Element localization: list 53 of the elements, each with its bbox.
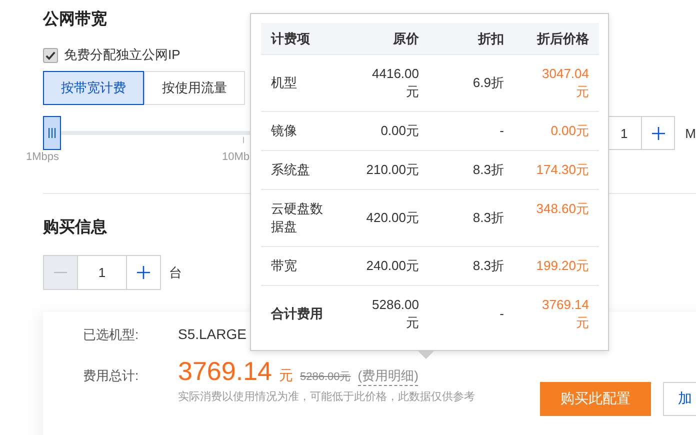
total-price: 3769.14 (178, 356, 272, 387)
table-cell: 系统盘 (261, 150, 341, 190)
billing-mode-tab[interactable]: 按使用流量 (144, 71, 245, 105)
table-cell: 3769.14元 (514, 286, 599, 340)
table-cell: 8.3折 (429, 150, 514, 190)
table-cell: 带宽 (261, 246, 341, 286)
table-cell: 合计费用 (261, 286, 341, 340)
increment-button[interactable] (126, 255, 161, 290)
table-cell: 5286.00元 (341, 286, 429, 340)
table-cell: 174.30元 (514, 150, 599, 190)
tick-mark (243, 137, 244, 143)
column-header: 计费项 (261, 23, 341, 54)
billing-mode-tab[interactable]: 按带宽计费 (43, 71, 144, 105)
plus-icon (137, 266, 150, 279)
slider-thumb[interactable] (43, 116, 61, 150)
table-cell: - (429, 112, 514, 150)
plus-icon (652, 126, 665, 140)
table-cell: 420.00元 (341, 190, 429, 246)
price-details-link[interactable]: (费用明细) (358, 367, 418, 386)
original-price: 5286.00元 (300, 370, 351, 384)
column-header: 折扣 (429, 23, 514, 54)
table-cell: 210.00元 (341, 150, 429, 190)
table-cell: 8.3折 (429, 190, 514, 246)
section-title: 公网带宽 (43, 9, 107, 30)
column-header: 原价 (341, 23, 429, 54)
field-label: 费用总计: (83, 367, 140, 385)
increment-button[interactable] (641, 116, 676, 150)
table-cell: 0.00元 (514, 112, 599, 150)
section-title: 购买信息 (43, 218, 107, 238)
table-cell: 云硬盘数据盘 (261, 190, 341, 246)
table-cell: 4416.00元 (341, 54, 429, 112)
table-cell: 镜像 (261, 112, 341, 150)
column-header: 折后价格 (514, 23, 599, 54)
model-value: S5.LARGE (178, 326, 246, 342)
table-cell: 6.9折 (429, 54, 514, 112)
tick-label: 10Mb (222, 151, 250, 165)
price-note: 实际消费以使用情况为准，可能低于此价格，此数据仅供参考 (178, 390, 475, 404)
table-cell: 0.00元 (341, 112, 429, 150)
tick-label: 1Mbps (26, 151, 60, 165)
unit-label: 台 (169, 264, 182, 282)
table-cell: 240.00元 (341, 246, 429, 286)
table-cell: - (429, 286, 514, 340)
currency-label: 元 (278, 367, 293, 385)
table-cell: 8.3折 (429, 246, 514, 286)
checkbox[interactable] (43, 48, 58, 62)
table-cell: 机型 (261, 54, 341, 112)
table-cell: 199.20元 (514, 246, 599, 286)
field-label: 已选机型: (83, 326, 140, 344)
checkbox-label: 免费分配独立公网IP (64, 46, 180, 64)
table-cell: 348.60元 (514, 190, 599, 246)
table-cell: 3047.04元 (514, 54, 599, 112)
unit-label: M (685, 126, 696, 140)
add-button[interactable]: 加 (663, 382, 696, 416)
